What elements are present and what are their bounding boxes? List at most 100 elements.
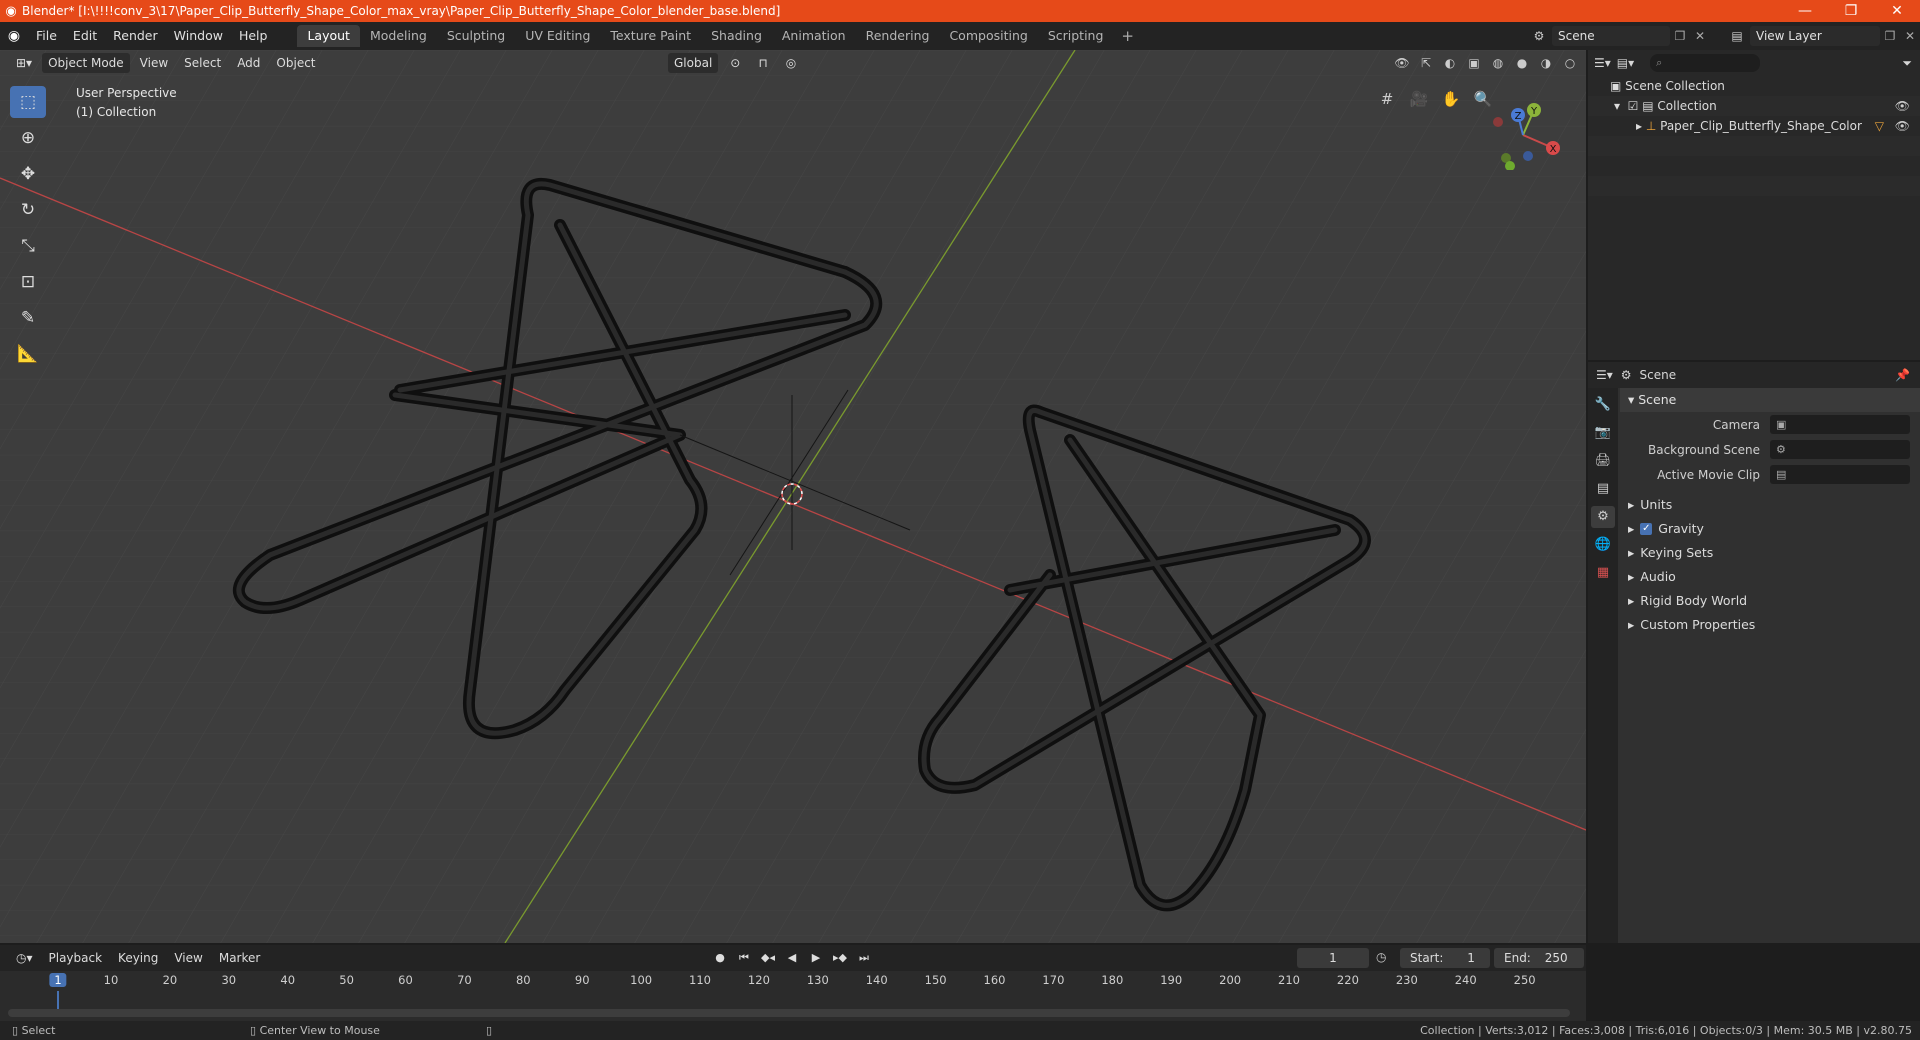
grid-view-icon[interactable]: # [1374, 86, 1400, 112]
gravity-subpanel[interactable]: ▸ ✓ Gravity [1620, 517, 1920, 541]
new-view-layer-icon[interactable]: ❐ [1880, 29, 1900, 43]
tab-compositing[interactable]: Compositing [939, 25, 1037, 47]
eye-icon[interactable]: 👁 [1895, 116, 1910, 136]
camera-input[interactable]: ▣ [1770, 415, 1910, 434]
audio-subpanel[interactable]: ▸ Audio [1620, 565, 1920, 589]
gizmo-neg-z[interactable] [1523, 151, 1533, 161]
tab-shading[interactable]: Shading [701, 25, 772, 47]
tab-sculpting[interactable]: Sculpting [437, 25, 515, 47]
view-layer-icon[interactable]: ▤ [1724, 29, 1750, 43]
maximize-button[interactable]: ❐ [1828, 0, 1874, 22]
outliner-editor-type-icon[interactable]: ☰▾ [1594, 56, 1611, 70]
next-keyframe-icon[interactable]: ▸◆ [830, 948, 850, 968]
tab-animation[interactable]: Animation [772, 25, 856, 47]
timeline-scrollbar[interactable] [8, 1009, 1570, 1017]
delete-view-layer-icon[interactable]: ✕ [1900, 29, 1920, 43]
pivot-point-icon[interactable]: ⊙ [724, 53, 746, 73]
camera-view-icon[interactable]: 🎥 [1406, 86, 1432, 112]
object-mode-dropdown[interactable]: Object Mode [42, 53, 130, 73]
measure-icon[interactable]: 📐 [10, 338, 46, 370]
snap-icon[interactable]: ⊓ [752, 53, 773, 73]
properties-editor-type-icon[interactable]: ☰▾ [1596, 368, 1613, 382]
timeline-view-menu[interactable]: View [168, 948, 208, 968]
delete-scene-icon[interactable]: ✕ [1690, 29, 1710, 43]
3d-viewport[interactable]: ⊞▾ Object Mode View Select Add Object Gl… [0, 50, 1586, 943]
xray-icon[interactable]: ▣ [1464, 53, 1484, 73]
tab-layout[interactable]: Layout [297, 25, 360, 47]
editor-type-icon[interactable]: ⊞▾ [10, 53, 38, 73]
move-icon[interactable]: ✥ [10, 158, 46, 190]
transform-icon[interactable]: ⊡ [10, 266, 46, 298]
tab-texture-paint[interactable]: Texture Paint [600, 25, 701, 47]
playback-menu[interactable]: Playback [43, 948, 109, 968]
viewport-menu-object[interactable]: Object [270, 53, 321, 73]
scale-icon[interactable]: ⤡ [10, 230, 46, 262]
display-mode-icon[interactable]: ▤▾ [1617, 56, 1634, 70]
prev-keyframe-icon[interactable]: ◆◂ [758, 948, 778, 968]
outliner-row-collection[interactable]: ▾ ☑ ▤ Collection 👁 [1588, 96, 1920, 116]
tab-uv-editing[interactable]: UV Editing [515, 25, 600, 47]
rotate-icon[interactable]: ↻ [10, 194, 46, 226]
keying-sets-subpanel[interactable]: ▸ Keying Sets [1620, 541, 1920, 565]
marker-menu[interactable]: Marker [213, 948, 266, 968]
overlays-icon[interactable]: ◐ [1440, 53, 1460, 73]
tab-modeling[interactable]: Modeling [360, 25, 437, 47]
current-frame-field[interactable]: 1 [1297, 948, 1369, 968]
cursor-icon[interactable]: ⊕ [10, 122, 46, 154]
proportional-edit-icon[interactable]: ◎ [780, 53, 802, 73]
viewport-menu-select[interactable]: Select [178, 53, 227, 73]
clock-icon[interactable]: ◷ [1376, 950, 1386, 964]
viewport-menu-view[interactable]: View [134, 53, 174, 73]
pin-icon[interactable]: 📌 [1895, 368, 1910, 382]
keying-menu[interactable]: Keying [112, 948, 164, 968]
blender-menu-icon[interactable]: ◉ [0, 28, 28, 44]
jump-end-icon[interactable]: ⏭ [854, 948, 874, 968]
viewport-menu-add[interactable]: Add [231, 53, 266, 73]
gizmo-toggle-icon[interactable]: ⇱ [1416, 53, 1436, 73]
outliner-search-input[interactable]: ⌕ [1650, 54, 1761, 72]
units-subpanel[interactable]: ▸ Units [1620, 493, 1920, 517]
select-box-icon[interactable]: ⬚ [10, 86, 46, 118]
scene-panel-title[interactable]: ▾ Scene [1620, 388, 1920, 412]
modifier-icon[interactable]: ▽ [1875, 116, 1884, 136]
play-icon[interactable]: ▶ [806, 948, 826, 968]
start-frame-field[interactable]: Start: 1 [1400, 948, 1490, 968]
menu-render[interactable]: Render [105, 22, 166, 50]
solid-shading-icon[interactable]: ● [1512, 53, 1532, 73]
navigation-gizmo[interactable]: X Y Z [1478, 90, 1568, 170]
world-tab-icon[interactable]: 🌐 [1591, 534, 1615, 556]
visibility-icon[interactable]: 👁 [1392, 53, 1412, 73]
annotate-icon[interactable]: ✎ [10, 302, 46, 334]
end-frame-field[interactable]: End: 250 [1494, 948, 1584, 968]
record-icon[interactable]: ● [710, 948, 730, 968]
background-scene-input[interactable]: ⚙ [1770, 440, 1910, 459]
outliner-row-object[interactable]: ▸ ⊥ Paper_Clip_Butterfly_Shape_Color ▽ 👁 [1588, 116, 1920, 136]
view-layer-tab-icon[interactable]: ▤ [1591, 478, 1615, 500]
output-tab-icon[interactable]: 🖨 [1591, 450, 1615, 472]
close-button[interactable]: ✕ [1874, 0, 1920, 22]
checkbox-icon[interactable]: ☑ [1628, 96, 1643, 116]
material-shading-icon[interactable]: ◑ [1536, 53, 1556, 73]
new-scene-icon[interactable]: ❐ [1670, 29, 1690, 43]
render-tab-icon[interactable]: 📷 [1591, 422, 1615, 444]
wireframe-shading-icon[interactable]: ◍ [1488, 53, 1508, 73]
play-reverse-icon[interactable]: ◀ [782, 948, 802, 968]
tab-scripting[interactable]: Scripting [1038, 25, 1114, 47]
eye-icon[interactable]: 👁 [1895, 96, 1910, 116]
tab-rendering[interactable]: Rendering [856, 25, 940, 47]
scene-tab-icon[interactable]: ⚙ [1591, 506, 1615, 528]
tool-tab-icon[interactable]: 🔧 [1591, 394, 1615, 416]
timeline-editor-type-icon[interactable]: ◷▾ [10, 948, 39, 968]
rendered-shading-icon[interactable]: ○ [1560, 53, 1580, 73]
expand-arrow-icon[interactable]: ▾ [1614, 96, 1628, 116]
filter-icon[interactable]: ⏷ [1902, 56, 1912, 71]
expand-arrow-icon[interactable]: ▸ [1636, 116, 1646, 136]
timeline-ruler[interactable]: 1 10 20 30 40 50 60 70 80 90 100 110 120 130 140 150 160… [0, 971, 1586, 1021]
gravity-checkbox[interactable]: ✓ [1640, 523, 1653, 535]
scene-name-field[interactable]: Scene [1552, 26, 1670, 46]
view-layer-name-field[interactable]: View Layer [1750, 26, 1880, 46]
gizmo-neg-x[interactable] [1493, 117, 1503, 127]
active-movie-clip-input[interactable]: ▤ [1770, 465, 1910, 484]
jump-start-icon[interactable]: ⏮ [734, 948, 754, 968]
add-workspace-button[interactable]: + [1113, 27, 1142, 45]
